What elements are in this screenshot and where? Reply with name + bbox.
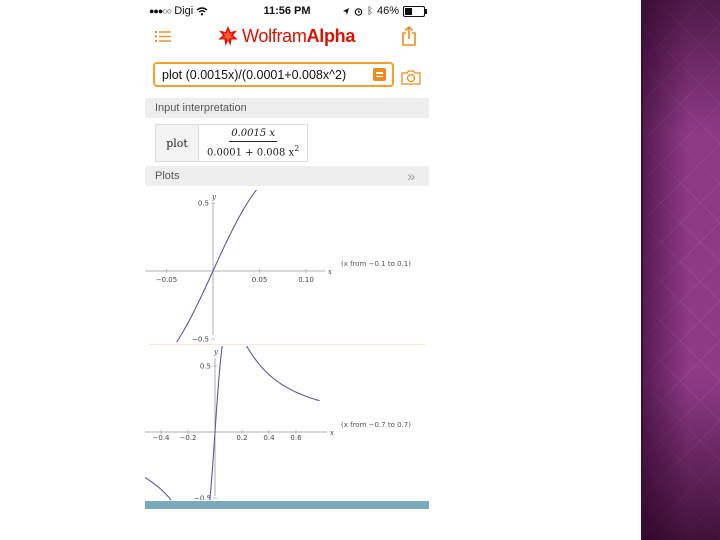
menu-list-icon[interactable]: [155, 30, 171, 43]
plot-range-annotation: (x from −0.7 to 0.7): [341, 421, 411, 429]
x-axis-label: x: [328, 268, 332, 276]
decorative-side-border: [641, 0, 643, 540]
fraction-numerator: 0.0015 x: [229, 127, 278, 142]
app-header: WolframAlpha: [145, 22, 429, 53]
function-curve: [145, 346, 320, 500]
y-tick-label: 0.5: [198, 200, 209, 208]
x-tick-label: −0.05: [156, 276, 177, 284]
query-input[interactable]: plot (0.0015x)/(0.0001+0.008x^2): [153, 62, 394, 87]
x-tick-label: −0.2: [180, 434, 197, 442]
y-axis-label: y: [213, 348, 219, 356]
y-tick-label: −0.5: [192, 336, 209, 343]
input-interpretation-box: plot 0.0015 x 0.0001 + 0.008 x2: [155, 124, 309, 162]
camera-icon[interactable]: [400, 69, 422, 85]
query-text: plot (0.0015x)/(0.0001+0.008x^2): [162, 68, 347, 82]
location-arrow-icon: [342, 7, 349, 15]
denominator-text: 0.0001 + 0.008 x: [207, 147, 295, 159]
wolframalpha-logo: WolframAlpha: [217, 25, 355, 47]
denominator-exponent: 2: [294, 143, 300, 153]
input-interpretation-header: Input interpretation: [145, 98, 429, 118]
query-row: plot (0.0015x)/(0.0001+0.008x^2): [145, 52, 429, 98]
bluetooth-icon: ᛒ: [366, 5, 373, 17]
y-axis-label: y: [211, 193, 217, 201]
double-chevron-right-icon[interactable]: »: [407, 168, 415, 184]
interpretation-command: plot: [156, 125, 199, 161]
bottom-bar: [145, 501, 429, 509]
status-bar: ●●●○○ Digi 11:56 PM ᛒ 46%: [145, 0, 429, 22]
alarm-icon: [354, 7, 363, 16]
fraction-denominator: 0.0001 + 0.008 x2: [207, 142, 299, 158]
plot-range-annotation: (x from −0.1 to 0.1): [341, 260, 411, 268]
extended-keyboard-icon[interactable]: [373, 68, 386, 81]
plot-separator: [149, 344, 425, 345]
y-tick-label: −0.5: [194, 495, 211, 501]
plot-2-svg: x y −0.4 −0.2 0.2 0.4 0.6 0.5 −0.5 (x from −0.7 t…: [145, 346, 411, 501]
x-tick-label: 0.2: [236, 434, 247, 442]
plot-2: x y −0.4 −0.2 0.2 0.4 0.6 0.5 −0.5 (x from −0.7 t…: [145, 346, 429, 500]
y-tick-label: 0.5: [200, 363, 211, 371]
plot-1: x y −0.05 0.05 0.10 0.5 −0.5 (x from −0.1 to 0.…: [145, 190, 429, 342]
x-axis-label: x: [330, 429, 334, 437]
plot-1-svg: x y −0.05 0.05 0.10 0.5 −0.5 (x from −0.1 to 0.…: [145, 190, 411, 343]
input-interpretation-title: Input interpretation: [155, 102, 247, 114]
logo-wolfram-text: Wolfram: [242, 25, 307, 46]
x-tick-label: 0.4: [263, 434, 275, 442]
x-tick-label: −0.4: [153, 434, 171, 442]
x-tick-label: 0.10: [298, 276, 314, 284]
function-curve: [176, 190, 258, 342]
logo-alpha-text: Alpha: [306, 25, 356, 46]
numerator-text: 0.0015 x: [231, 127, 276, 139]
decorative-side-panel: [641, 0, 720, 540]
plots-header[interactable]: Plots »: [145, 166, 429, 186]
plots-title: Plots: [155, 170, 180, 182]
interpretation-fraction: 0.0015 x 0.0001 + 0.008 x2: [199, 125, 307, 161]
wolfram-spikey-icon: [218, 26, 238, 46]
x-tick-label: 0.6: [290, 434, 302, 442]
battery-icon: [403, 5, 427, 17]
share-icon[interactable]: [401, 26, 417, 46]
x-tick-label: 0.05: [252, 276, 268, 284]
battery-percent: 46%: [376, 5, 399, 17]
phone-screenshot: ●●●○○ Digi 11:56 PM ᛒ 46% WolframAlpha p…: [145, 0, 429, 509]
status-right: ᛒ 46%: [342, 5, 427, 17]
